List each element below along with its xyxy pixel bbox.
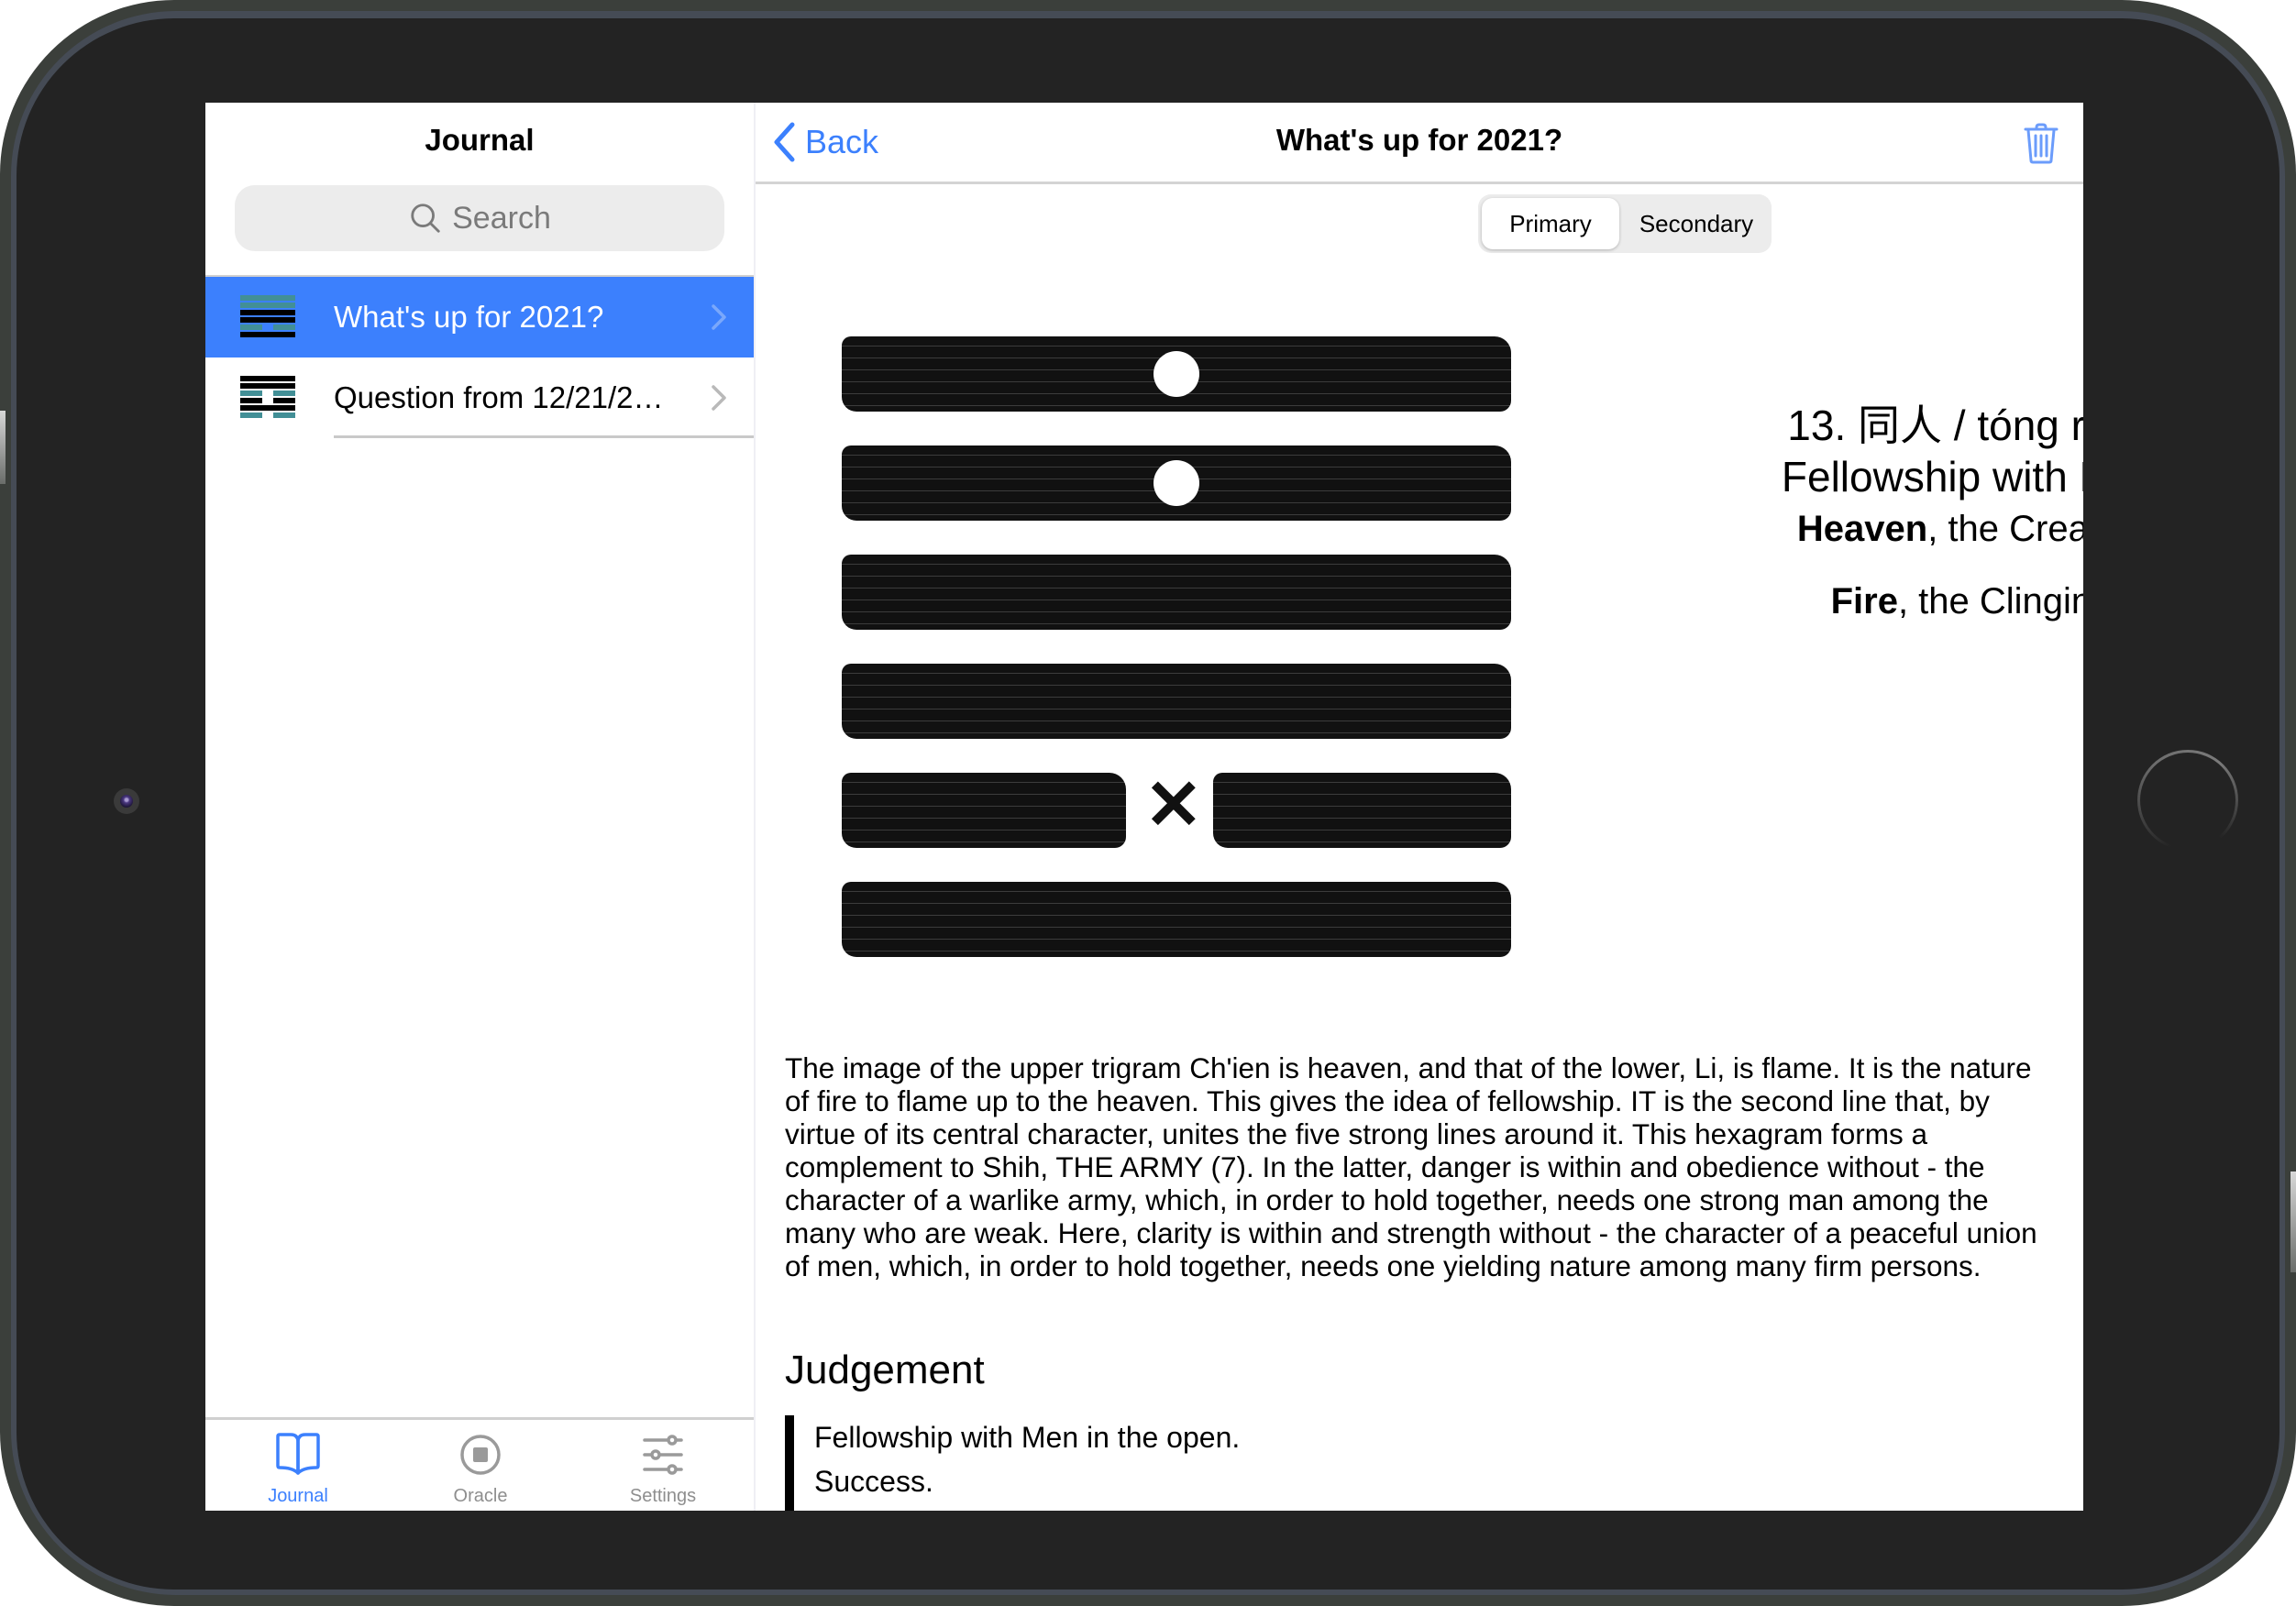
journal-entry-title: What's up for 2021?	[334, 300, 604, 334]
brush-stroke	[842, 773, 1126, 848]
sidebar-title: Journal	[425, 123, 535, 157]
tab-journal[interactable]: Journal	[225, 1427, 371, 1507]
lower-trigram-name: Fire	[1830, 581, 1898, 622]
chevron-right-icon	[712, 385, 726, 411]
hexagram-name: 13. 同人 / tóng rén / Fellowship with Men	[1733, 400, 2083, 502]
thumbnail-line	[240, 332, 295, 337]
thumbnail-line	[240, 398, 262, 403]
upper-trigram: Heaven, the Creative	[1733, 509, 2083, 550]
book-icon	[276, 1433, 320, 1475]
thumbnail-line	[273, 390, 295, 396]
thumbnail-line	[240, 317, 295, 323]
hexagram-drawing: ✕	[842, 336, 1511, 978]
hexagram-line	[842, 336, 1511, 412]
hexagram-info: 13. 同人 / tóng rén / Fellowship with Men …	[1733, 103, 2083, 744]
entry-detail: Back What's up for 2021? Primary Seconda…	[756, 103, 2083, 1511]
thumbnail-line	[273, 324, 295, 330]
hexagram-name-line1: 13. 同人 / tóng rén /	[1787, 402, 2083, 449]
journal-entry[interactable]: What's up for 2021?	[205, 277, 754, 358]
moving-line-x-marker: ✕	[1144, 766, 1203, 844]
brush-stroke	[842, 555, 1511, 630]
tab-bar: Journal Oracle Settings	[205, 1417, 754, 1511]
journal-entry[interactable]: Question from 12/21/2…	[205, 358, 754, 438]
thumbnail-line	[240, 405, 295, 411]
search-field[interactable]: Search	[235, 185, 724, 251]
journal-entry-title: Question from 12/21/2…	[334, 380, 664, 414]
journal-list: What's up for 2021? Question from 12/21/…	[205, 275, 754, 438]
search-placeholder: Search	[452, 200, 551, 236]
hexagram-line	[842, 555, 1511, 630]
lower-trigram: Fire, the Clinging	[1733, 581, 2083, 622]
tab-oracle[interactable]: Oracle	[407, 1427, 554, 1507]
hexagram-name-line2: Fellowship with Men	[1781, 453, 2083, 500]
row-separator	[334, 435, 754, 438]
brush-stroke	[842, 882, 1511, 957]
thumbnail-line	[240, 295, 295, 301]
thumbnail-line	[273, 398, 295, 403]
hexagram-line	[842, 664, 1511, 739]
device-side-button-left	[0, 411, 6, 484]
tab-label: Settings	[629, 1486, 697, 1506]
device-side-button-right	[2290, 1172, 2296, 1272]
hexagram-line	[842, 882, 1511, 957]
hexagram-thumbnail-icon	[240, 376, 295, 418]
thumbnail-line	[273, 412, 295, 418]
thumbnail-line	[240, 376, 295, 381]
front-camera	[114, 788, 139, 814]
upper-trigram-desc: , the Creative	[1927, 509, 2083, 549]
journal-sidebar: Journal Search What's up for 2021? Quest…	[205, 103, 756, 1511]
primary-secondary-segmented-control: Primary Secondary	[1478, 194, 1772, 253]
thumbnail-line	[240, 412, 262, 418]
thumbnail-line	[240, 310, 295, 315]
tab-label: Oracle	[453, 1486, 508, 1506]
judgement-line: Success.	[814, 1465, 933, 1498]
judgement-heading: Judgement	[785, 1348, 985, 1392]
judgement-line: Fellowship with Men in the open.	[814, 1421, 1241, 1454]
brush-stroke	[1213, 773, 1511, 848]
lower-trigram-desc: , the Clinging	[1897, 581, 2083, 622]
hexagram-thumbnail-icon	[240, 295, 295, 337]
stop-circle-icon	[460, 1435, 501, 1475]
brush-stroke	[842, 664, 1511, 739]
moving-line-circle-marker	[1154, 460, 1199, 506]
segment-primary[interactable]: Primary	[1482, 198, 1619, 249]
moving-line-circle-marker	[1154, 351, 1199, 397]
chevron-right-icon	[712, 304, 726, 330]
tab-settings[interactable]: Settings	[590, 1427, 736, 1507]
sliders-icon	[643, 1435, 683, 1475]
upper-trigram-name: Heaven	[1796, 509, 1928, 549]
thumbnail-line	[240, 383, 295, 389]
tab-label: Journal	[268, 1486, 328, 1506]
app-screen: Journal Search What's up for 2021? Quest…	[205, 103, 2083, 1511]
thumbnail-line	[240, 324, 262, 330]
hexagram-line	[842, 446, 1511, 521]
home-button[interactable]	[2137, 750, 2238, 851]
judgement-quote: Fellowship with Men in the open. Success…	[785, 1415, 2059, 1511]
thumbnail-line	[240, 390, 262, 396]
search-icon	[411, 204, 440, 233]
thumbnail-line	[240, 302, 295, 308]
hexagram-description: The image of the upper trigram Ch'ien is…	[785, 1051, 2037, 1282]
hexagram-line: ✕	[842, 766, 1511, 848]
